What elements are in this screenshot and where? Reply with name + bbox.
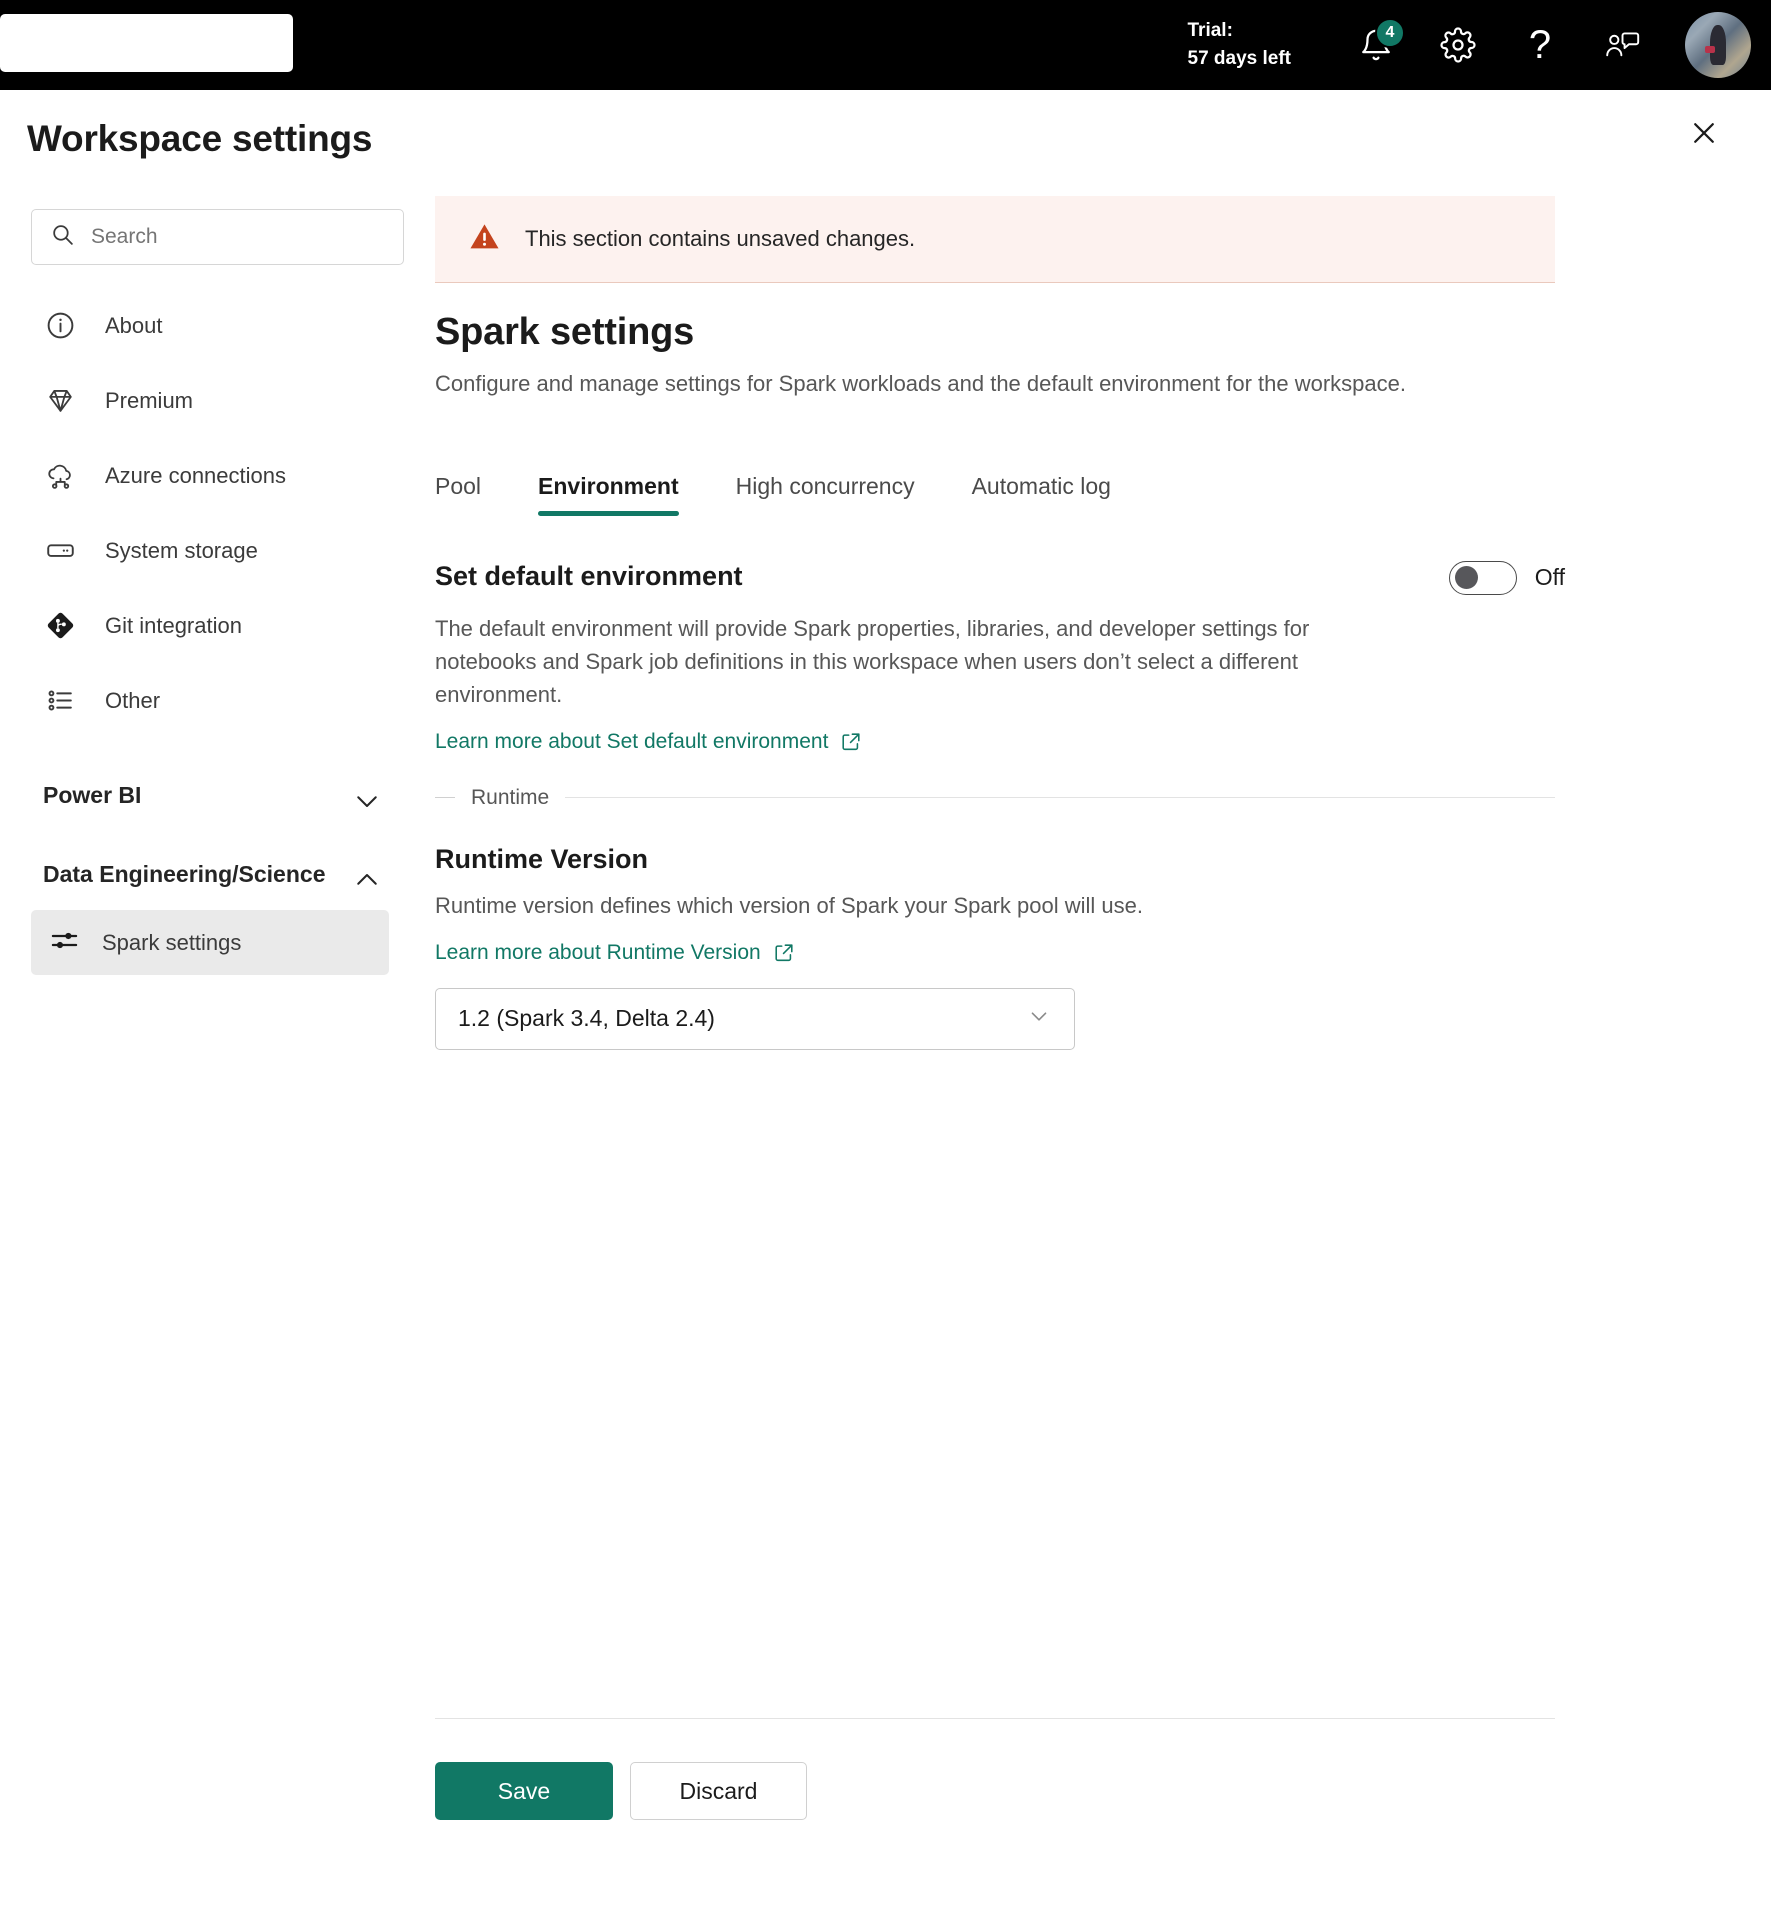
learn-more-label: Learn more about Set default environment [435,729,829,753]
chevron-down-icon [352,786,382,821]
actions-divider [435,1718,1555,1719]
set-default-environment-label: Set default environment [435,560,743,591]
cloud-connection-icon [45,460,83,491]
diamond-icon [45,385,83,416]
settings-button[interactable] [1427,14,1489,76]
divider-dash [435,797,455,799]
form-actions: Save Discard [435,1762,807,1820]
sidebar-item-label: Spark settings [102,929,242,955]
runtime-version-value: 1.2 (Spark 3.4, Delta 2.4) [458,1005,715,1032]
list-icon [45,685,83,716]
settings-content-panel: This section contains unsaved changes. S… [435,196,1565,1820]
learn-more-default-environment-link[interactable]: Learn more about Set default environment [435,730,862,754]
sidebar-item-other[interactable]: Other [0,663,420,738]
divider-label-text: Runtime [471,785,550,809]
search-icon [50,222,75,252]
person-feedback-icon [1604,29,1640,61]
warning-triangle-icon [468,220,501,258]
sidebar-item-premium[interactable]: Premium [0,363,420,438]
learn-more-runtime-version-link[interactable]: Learn more about Runtime Version [435,941,795,965]
notifications-button[interactable]: 4 [1345,14,1407,76]
toggle-state-label: Off [1534,564,1565,591]
settings-tabs: Pool Environment High concurrency Automa… [435,454,1565,516]
notification-count-badge: 4 [1375,18,1405,48]
sidebar-item-label: Azure connections [105,462,286,488]
sidebar-item-about[interactable]: About [0,288,420,363]
tab-environment[interactable]: Environment [538,473,679,516]
set-default-environment-toggle-group: Off [1448,560,1565,595]
learn-more-label: Learn more about Runtime Version [435,940,761,964]
external-link-icon [840,731,862,753]
discard-button[interactable]: Discard [630,1762,807,1820]
runtime-version-dropdown[interactable]: 1.2 (Spark 3.4, Delta 2.4) [435,987,1075,1050]
sidebar-item-label: About [105,312,163,338]
set-default-environment-row: Set default environment Off [435,560,1565,595]
topbar-actions: Trial: 57 days left 4 ? [1188,0,1771,90]
alert-message: This section contains unsaved changes. [525,226,916,251]
section-description: Configure and manage settings for Spark … [435,371,1406,396]
external-link-icon [773,942,795,964]
tab-pool[interactable]: Pool [435,473,481,516]
runtime-version-heading: Runtime Version [435,843,649,874]
sidebar-group-power-bi[interactable]: Power BI [0,780,420,821]
trial-days-left: 57 days left [1187,48,1292,69]
sidebar-group-title: Data Engineering/Science [43,861,326,887]
help-button[interactable]: ? [1509,14,1571,76]
divider-line [565,797,1555,799]
global-search-box[interactable] [0,14,293,72]
sidebar-item-system-storage[interactable]: System storage [0,513,420,588]
storage-icon [45,535,83,566]
page-title: Workspace settings [27,118,373,159]
sidebar-item-git-integration[interactable]: Git integration [0,588,420,663]
runtime-version-description: Runtime version defines which version of… [435,892,1143,918]
sidebar-search[interactable] [31,209,404,265]
trial-status: Trial: 57 days left [1188,17,1292,72]
sidebar-item-azure-connections[interactable]: Azure connections [0,438,420,513]
sidebar-item-label: Git integration [105,612,242,638]
git-diamond-icon [45,610,83,641]
set-default-environment-description: The default environment will provide Spa… [435,615,1310,707]
sidebar-item-label: System storage [105,537,258,563]
gear-icon [1440,27,1476,63]
sidebar-item-label: Other [105,687,161,713]
top-app-bar: Trial: 57 days left 4 ? [0,0,1771,90]
set-default-environment-toggle[interactable] [1448,560,1517,595]
sidebar-item-label: Premium [105,387,194,413]
workspace-settings-header: Workspace settings [0,90,1771,180]
chevron-down-icon [1026,1003,1052,1034]
search-input[interactable] [91,225,371,249]
runtime-section-divider: Runtime [435,786,1555,810]
sidebar-group-data-engineering-science[interactable]: Data Engineering/Science [0,859,420,900]
close-icon [1689,118,1719,153]
tab-high-concurrency[interactable]: High concurrency [736,473,915,516]
sliders-icon [49,925,80,961]
close-button[interactable] [1679,110,1729,160]
section-title: Spark settings [435,311,695,353]
tab-automatic-log[interactable]: Automatic log [972,473,1111,516]
sidebar-group-title: Power BI [43,782,142,808]
sidebar-item-spark-settings[interactable]: Spark settings [31,910,389,975]
trial-label: Trial: [1187,20,1233,42]
unsaved-changes-alert: This section contains unsaved changes. [435,196,1555,283]
question-mark-icon: ? [1528,23,1552,67]
toggle-knob [1454,565,1478,589]
user-avatar[interactable] [1685,12,1751,78]
sidebar-nav-list: About Premium Azure connections System s… [0,288,420,975]
info-circle-icon [45,310,83,341]
chevron-up-icon [352,865,382,900]
feedback-button[interactable] [1591,14,1653,76]
save-button[interactable]: Save [435,1762,613,1820]
settings-sidebar: About Premium Azure connections [0,196,420,1925]
